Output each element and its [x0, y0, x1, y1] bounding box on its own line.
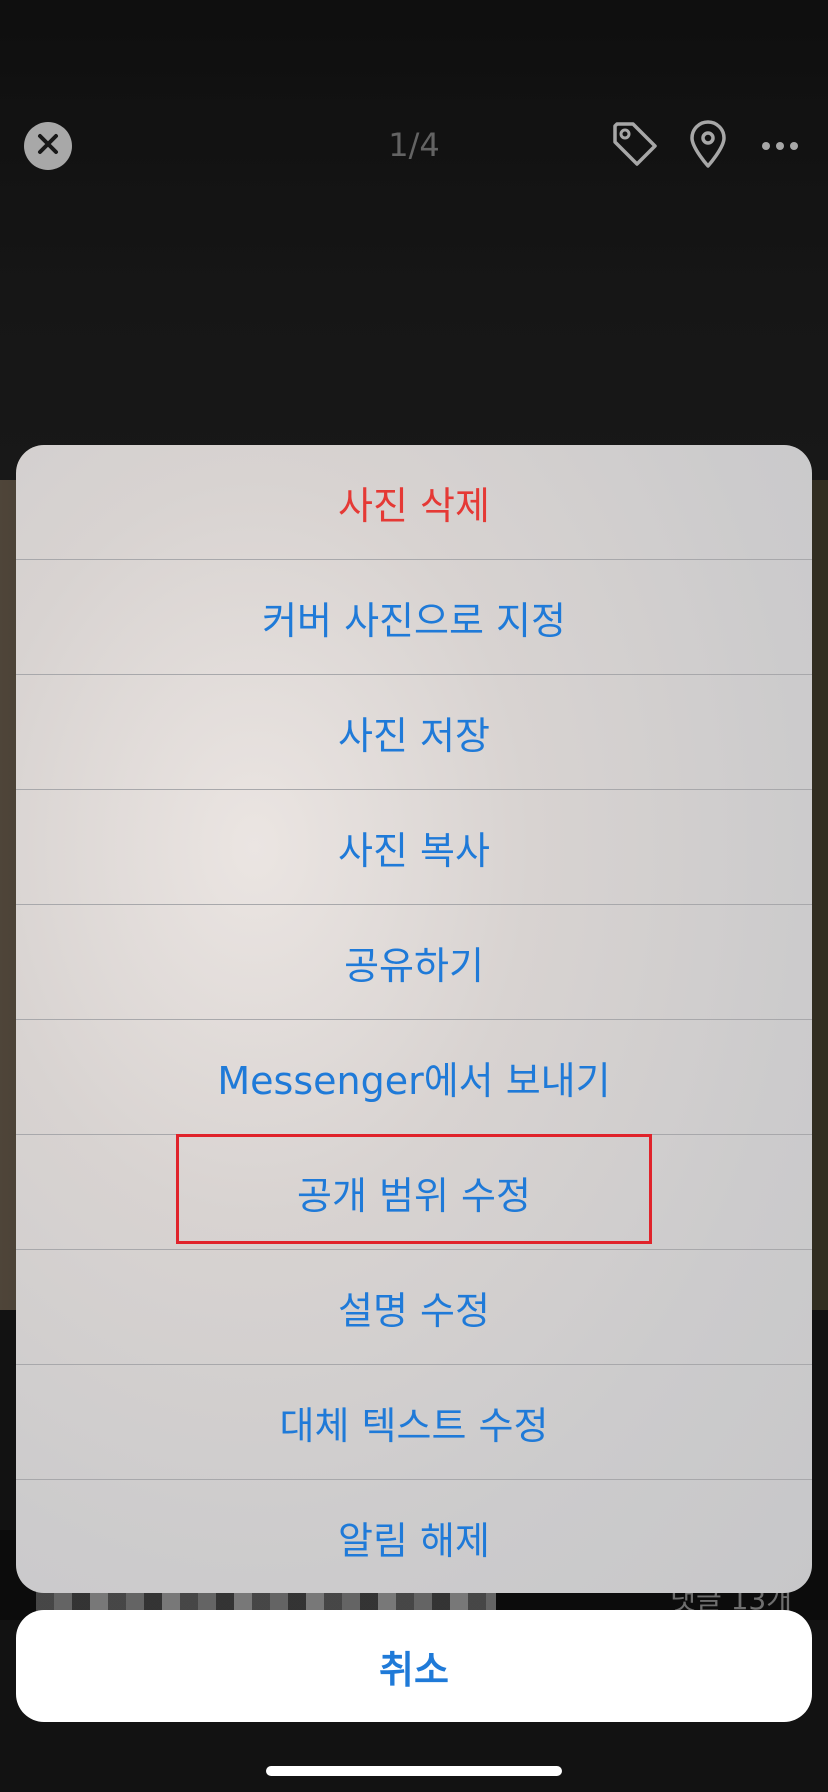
edit-alt-text-button[interactable]: 대체 텍스트 수정	[16, 1364, 812, 1479]
turn-off-notifications-button[interactable]: 알림 해제	[16, 1479, 812, 1593]
share-button[interactable]: 공유하기	[16, 904, 812, 1019]
home-indicator[interactable]	[266, 1766, 562, 1776]
delete-photo-button[interactable]: 사진 삭제	[16, 445, 812, 559]
send-in-messenger-button[interactable]: Messenger에서 보내기	[16, 1019, 812, 1134]
edit-description-button[interactable]: 설명 수정	[16, 1249, 812, 1364]
set-cover-photo-button[interactable]: 커버 사진으로 지정	[16, 559, 812, 674]
edit-privacy-button[interactable]: 공개 범위 수정	[16, 1134, 812, 1249]
copy-photo-button[interactable]: 사진 복사	[16, 789, 812, 904]
cancel-button[interactable]: 취소	[16, 1610, 812, 1722]
action-sheet: 사진 삭제 커버 사진으로 지정 사진 저장 사진 복사 공유하기 Messen…	[16, 445, 812, 1593]
save-photo-button[interactable]: 사진 저장	[16, 674, 812, 789]
